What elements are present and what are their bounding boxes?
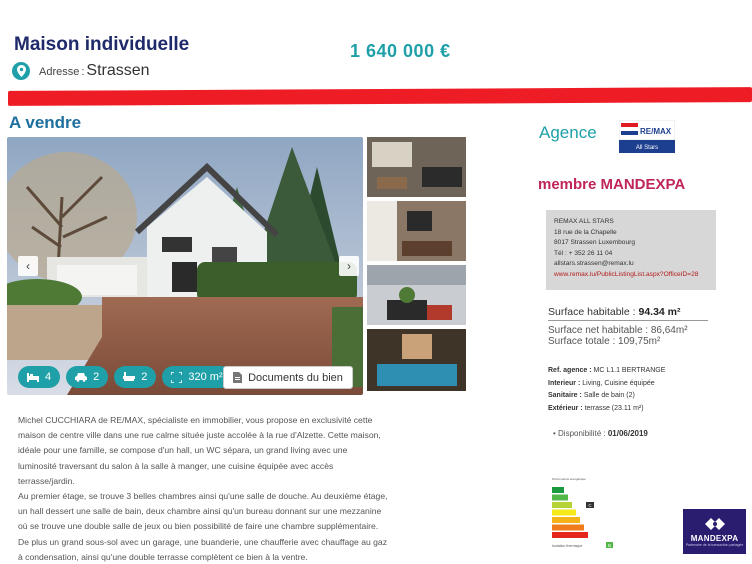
documents-button[interactable]: Documents du bien (223, 366, 353, 389)
sale-status-heading: A vendre (9, 113, 82, 132)
remax-logo-subtext: All Stars (636, 145, 658, 151)
description-line: un hall dessert une salle de bain, deux … (18, 506, 382, 517)
features-row: 4 2 2 320 m² (18, 366, 232, 388)
description-line: luminosité traversant du salon à la sall… (18, 460, 334, 471)
energy-bar (552, 487, 564, 493)
agency-email[interactable]: allstars.strassen@remax.lu (554, 259, 716, 270)
photo-prev-button[interactable]: ‹ (18, 256, 38, 276)
energy-bar (552, 532, 588, 538)
bedrooms-badge: 4 (18, 366, 61, 388)
surface-divider (548, 320, 708, 321)
remax-logo[interactable]: RE/MAX All Stars (618, 119, 676, 153)
energy-bar (552, 494, 568, 501)
agency-city: 8017 Strassen Luxembourg (554, 239, 636, 246)
detail-interieur-key: Interieur : (548, 379, 581, 387)
detail-ref: Ref. agence : MC L1.1 BERTRANGE (548, 365, 665, 378)
surface-habitable-label: Surface habitable : (548, 306, 636, 318)
isolation-label: Isolation thermique (552, 544, 582, 548)
chevron-right-icon: › (347, 259, 351, 273)
description-line: Au premier étage, se trouve 3 belles cha… (18, 491, 388, 502)
description-line: terrasse/jardin. (18, 475, 75, 486)
agency-name: REMAX ALL STARS (554, 218, 614, 225)
property-details: Ref. agence : MC L1.1 BERTRANGE Interieu… (548, 365, 665, 415)
thumbnail-photo-4[interactable] (367, 329, 466, 391)
surface-other: Surface net habitable : 86,64m² Surface … (548, 325, 688, 347)
agency-contact-box: REMAX ALL STARS 18 rue de la Chapelle 80… (546, 210, 716, 290)
listing-price: 1 640 000 € (350, 41, 451, 61)
availability: • Disponibilité : 01/06/2019 (553, 429, 648, 438)
address-value: Strassen (86, 62, 150, 79)
energy-bar (552, 524, 584, 531)
availability-label: • Disponibilité : (553, 429, 606, 438)
listing-title: Maison individuelle (14, 34, 190, 55)
energy-bar (552, 509, 576, 516)
photo-next-button[interactable]: › (339, 256, 359, 276)
detail-exterieur: Extérieur : terrasse (23.11 m²) (548, 403, 665, 416)
membre-heading: membre MANDEXPA (538, 176, 686, 193)
thumbnail-photo-2[interactable] (367, 201, 466, 261)
bath-icon (123, 372, 136, 381)
document-icon (233, 372, 243, 383)
agency-phone[interactable]: Tél : + 352 26 11 04 (554, 249, 716, 260)
thumbnail-photo-3[interactable] (367, 265, 466, 325)
mandexpa-logo[interactable]: MANDEXPA Partenaire de la transaction pa… (683, 509, 746, 554)
cars-badge: 2 (66, 366, 109, 388)
energy-bar (552, 517, 580, 523)
description-line: où se trouve une double salle de jeux ou… (18, 521, 379, 532)
availability-date: 01/06/2019 (607, 429, 648, 438)
map-pin-icon (12, 62, 30, 80)
documents-label: Documents du bien (248, 371, 343, 384)
address-label: Adresse (39, 66, 80, 78)
mandexpa-logo-text: MANDEXPA (690, 534, 739, 543)
baths-badge: 2 (114, 366, 157, 388)
thumbnail-photo-1[interactable] (367, 137, 466, 197)
bed-icon (27, 372, 39, 382)
detail-interieur: Interieur : Living, Cuisine équipée (548, 378, 665, 391)
description-line: De plus un grand sous-sol avec un garage… (18, 536, 387, 547)
energy-bar (552, 502, 572, 508)
detail-sanitaire-value: Salle de bain (2) (583, 392, 635, 399)
detail-sanitaire-key: Sanitaire : (548, 392, 582, 399)
description-line: idéale pour une famille, se compose d'un… (18, 445, 348, 456)
baths-count: 2 (141, 371, 148, 383)
chevron-left-icon: ‹ (26, 259, 30, 273)
car-icon (75, 372, 88, 382)
detail-interieur-value: Living, Cuisine équipée (582, 379, 655, 387)
area-value: 320 m² (188, 371, 223, 383)
energy-performance-label: Performance énergétique (552, 477, 586, 481)
main-property-photo[interactable] (7, 137, 363, 395)
surface-habitable-value: 94.34 m² (638, 306, 681, 318)
mandexpa-logo-subtext: Partenaire de la transaction partagée (685, 543, 744, 547)
energy-performance-chart: Performance énergétique C Isolation ther… (552, 475, 622, 550)
agency-street: 18 rue de la Chapelle (554, 228, 617, 236)
bedrooms-count: 4 (45, 371, 52, 383)
area-badge: 320 m² (162, 366, 232, 388)
detail-ref-key: Ref. agence : (548, 367, 592, 374)
agency-url[interactable]: www.remax.lu/PublicListingList.aspx?Offi… (554, 270, 716, 281)
handshake-icon (704, 518, 725, 530)
detail-exterieur-value: terrasse (23.11 m²) (584, 404, 644, 412)
address-row: Adresse : Strassen (12, 62, 150, 80)
description-line: à condensation, ainsi qu'une double terr… (18, 551, 308, 562)
surface-habitable: Surface habitable : 94.34 m² (548, 306, 681, 318)
address-separator: : (81, 66, 85, 78)
property-description: Michel CUCCHIARA de RE/MAX, spécialiste … (18, 413, 458, 564)
red-divider-bar (8, 87, 752, 106)
surface-total: Surface totale : 109,75m² (548, 336, 661, 347)
description-line: Michel CUCCHIARA de RE/MAX, spécialiste … (18, 415, 373, 425)
description-line: maison de centre ville dans une rue calm… (18, 430, 381, 441)
detail-sanitaire: Sanitaire : Salle de bain (2) (548, 390, 665, 403)
cars-count: 2 (93, 371, 100, 383)
area-icon (171, 371, 183, 383)
detail-ref-value: MC L1.1 BERTRANGE (593, 367, 666, 374)
isolation-class: B (608, 543, 611, 548)
surface-net: Surface net habitable : 86,64m² (548, 325, 688, 336)
agency-heading: Agence (539, 123, 597, 142)
remax-logo-text: RE/MAX (640, 127, 672, 136)
detail-exterieur-key: Extérieur : (548, 404, 583, 412)
